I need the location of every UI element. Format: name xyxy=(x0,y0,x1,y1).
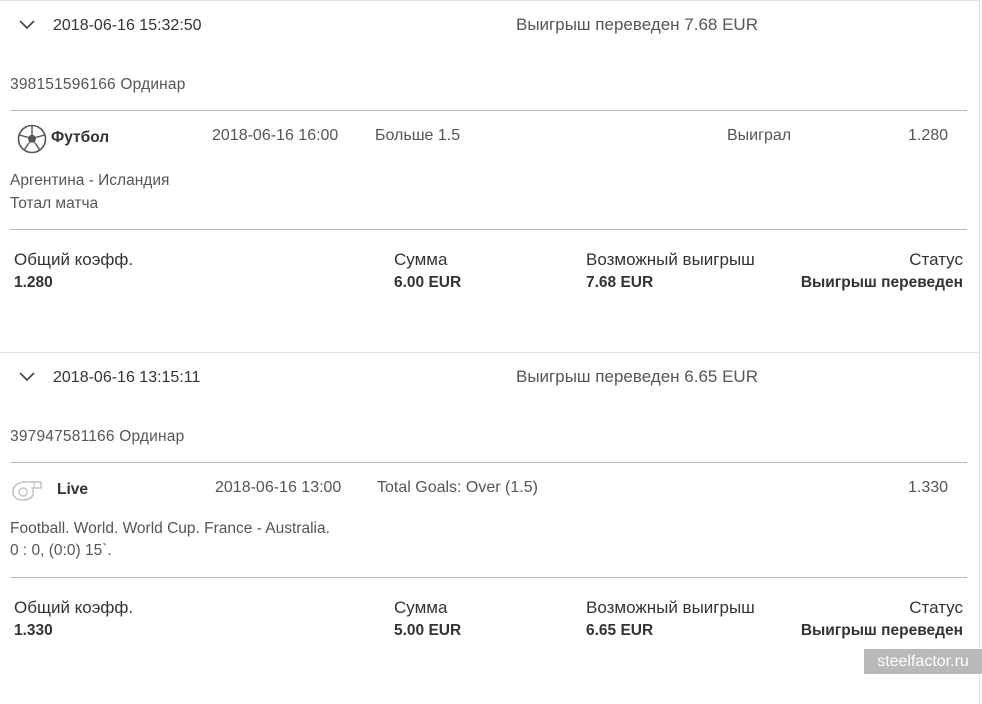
bet-status-line: Выигрыш переведен 7.68 EUR xyxy=(516,15,758,34)
whistle-icon xyxy=(12,481,42,501)
total-coef-value: 1.330 xyxy=(14,622,53,639)
sport-name: Футбол xyxy=(51,129,110,146)
payout-label: Возможный выигрыш xyxy=(586,598,755,617)
divider xyxy=(10,462,967,463)
event-name: Football. World. World Cup. France - Aus… xyxy=(10,520,330,537)
bet-card: 2018-06-16 15:32:50 Выигрыш переведен 7.… xyxy=(0,0,980,352)
payout-label: Возможный выигрыш xyxy=(586,250,755,269)
soccer-ball-icon xyxy=(17,124,47,154)
amount-value: 6.00 EUR xyxy=(394,274,462,291)
divider xyxy=(10,577,967,578)
total-coef-label: Общий коэфф. xyxy=(14,598,134,617)
amount-value: 5.00 EUR xyxy=(394,622,462,639)
payout-value: 7.68 EUR xyxy=(586,274,654,291)
ticket-number: 398151596166 Ординар xyxy=(10,76,186,93)
total-coef-value: 1.280 xyxy=(14,274,53,291)
divider xyxy=(10,110,967,111)
event-detail: 0 : 0, (0:0) 15`. xyxy=(10,542,112,559)
bet-date[interactable]: 2018-06-16 13:15:11 xyxy=(53,369,200,387)
divider xyxy=(10,229,967,230)
chevron-down-icon[interactable] xyxy=(18,371,36,383)
bet-status-line: Выигрыш переведен 6.65 EUR xyxy=(516,367,758,386)
selection-result: Выиграл xyxy=(727,127,792,144)
bet-card: 2018-06-16 13:15:11 Выигрыш переведен 6.… xyxy=(0,352,980,704)
market: Total Goals: Over (1.5) xyxy=(377,479,538,496)
event-date: 2018-06-16 16:00 xyxy=(212,127,339,144)
sport-name: Live xyxy=(57,481,89,498)
selection-odds: 1.330 xyxy=(908,479,949,496)
watermark: steelfactor.ru xyxy=(864,649,982,674)
amount-label: Сумма xyxy=(394,250,448,269)
chevron-down-icon[interactable] xyxy=(18,19,36,31)
event-detail: Тотал матча xyxy=(10,195,99,212)
status-label: Статус xyxy=(909,598,963,617)
event-date: 2018-06-16 13:00 xyxy=(215,479,342,496)
market: Больше 1.5 xyxy=(375,127,461,144)
bet-date[interactable]: 2018-06-16 15:32:50 xyxy=(53,17,202,35)
status-value: Выигрыш переведен xyxy=(800,622,963,639)
selection-odds: 1.280 xyxy=(908,127,949,144)
event-name: Аргентина - Исландия xyxy=(10,172,170,189)
status-label: Статус xyxy=(909,250,963,269)
payout-value: 6.65 EUR xyxy=(586,622,654,639)
status-value: Выигрыш переведен xyxy=(800,274,963,291)
ticket-number: 397947581166 Ординар xyxy=(10,428,185,445)
amount-label: Сумма xyxy=(394,598,448,617)
total-coef-label: Общий коэфф. xyxy=(14,250,134,269)
